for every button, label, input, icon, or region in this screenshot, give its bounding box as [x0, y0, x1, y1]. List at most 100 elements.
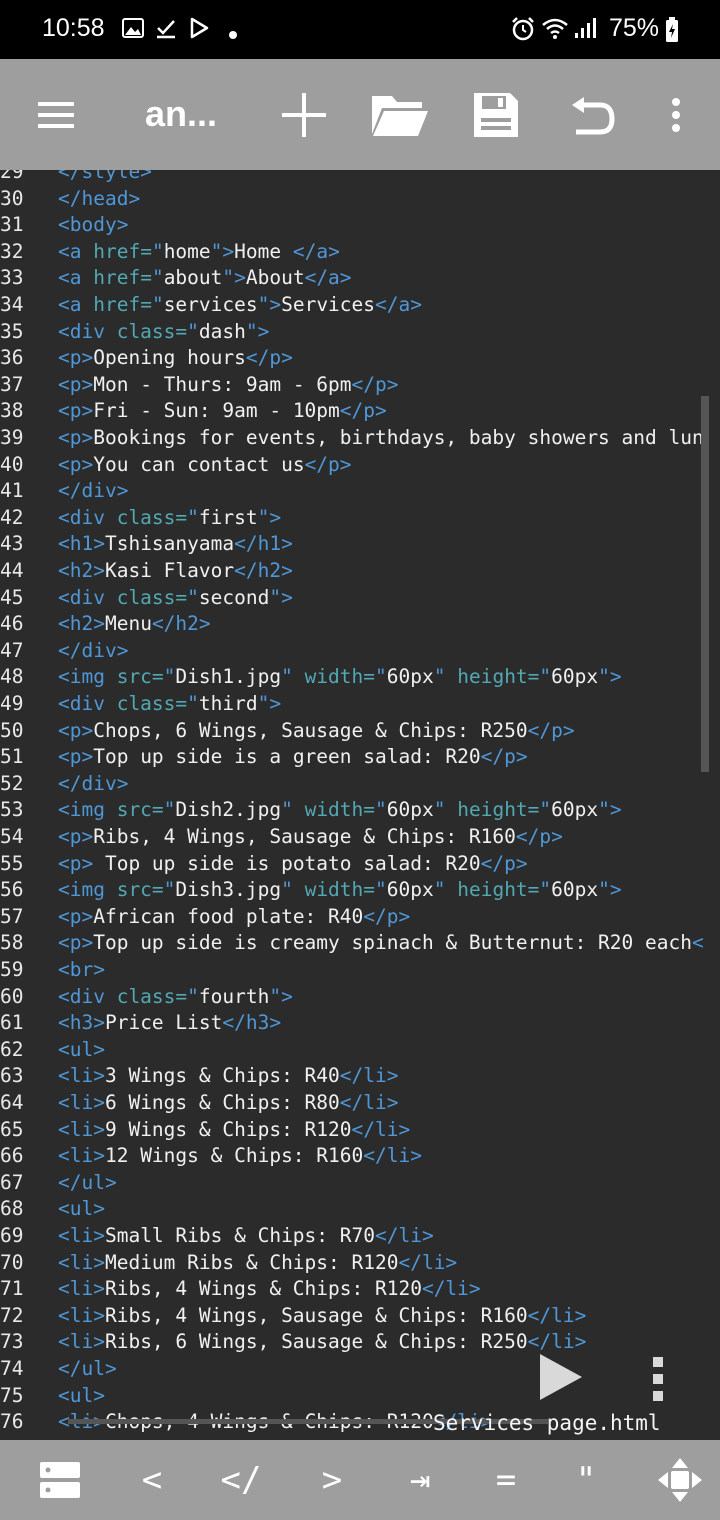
- code-text: <p>You can contact us</p>: [58, 452, 352, 479]
- tag-token: </div>: [58, 771, 129, 795]
- text-token: Ribs, 4 Wings, Sausage & Chips: R160: [104, 1303, 528, 1327]
- code-text: <img src="Dish1.jpg" width="60px" height…: [58, 664, 622, 691]
- line-number: 65: [0, 1117, 24, 1141]
- code-editor[interactable]: 29 </style> 30 </head> 31 <body> 32 <a href="ho…: [0, 170, 720, 1440]
- text-token: 3 Wings & Chips: R40: [104, 1064, 340, 1088]
- toggle-keys-icon[interactable]: [28, 1440, 92, 1520]
- tag-token: <img: [58, 878, 117, 902]
- key-equals[interactable]: =: [474, 1440, 538, 1520]
- menu-icon[interactable]: [30, 59, 82, 170]
- move-cursor-icon[interactable]: [648, 1440, 712, 1520]
- undo-icon[interactable]: [566, 59, 618, 170]
- text-token: Top up side is potato salad: R20: [93, 851, 481, 875]
- tag-token: </li>: [398, 1250, 458, 1274]
- line-number: 45: [0, 585, 24, 609]
- code-text: <img src="Dish2.jpg" width="60px" height…: [58, 797, 622, 824]
- code-text: <p>Fri - Sun: 9am - 10pm</p>: [58, 398, 387, 425]
- code-text: <h2>Kasi Flavor</h2>: [58, 558, 293, 585]
- line-number: 37: [0, 372, 24, 396]
- folder-open-icon[interactable]: [368, 59, 432, 170]
- tag-token: </a>: [292, 239, 340, 263]
- tag-token: ": [151, 239, 164, 263]
- attribute-token: href=: [93, 293, 152, 316]
- text-token: Small Ribs & Chips: R70: [104, 1224, 375, 1247]
- text-token: Services: [281, 293, 376, 316]
- code-text: <li>Ribs, 4 Wings, Sausage & Chips: R160…: [58, 1303, 586, 1330]
- tag-token: ": [187, 692, 199, 715]
- tag-token: ": [433, 878, 458, 902]
- tag-token: <li>: [58, 1091, 105, 1114]
- tag-token: <li>: [58, 1250, 105, 1274]
- tag-token: <p>: [58, 745, 94, 769]
- editor-scrollbar[interactable]: [701, 396, 709, 772]
- key-less-than[interactable]: <: [120, 1440, 184, 1520]
- tag-token: ": [187, 319, 199, 343]
- tag-token: <div: [58, 585, 117, 609]
- tag-token: <div: [58, 984, 117, 1008]
- tag-token: ": [163, 798, 176, 822]
- text-token: Home: [234, 239, 293, 263]
- line-number: 73: [0, 1330, 24, 1354]
- tag-token: </li>: [351, 1117, 411, 1141]
- tag-token: <h1>: [58, 532, 105, 556]
- tag-token: <p>: [58, 372, 94, 396]
- key-greater-than[interactable]: >: [300, 1440, 364, 1520]
- line-number: 43: [0, 532, 24, 556]
- text-token: 12 Wings & Chips: R160: [104, 1144, 364, 1168]
- attribute-token: height=: [457, 798, 540, 822]
- text-token: 60px: [386, 798, 434, 822]
- code-text: <li>Small Ribs & Chips: R70</li>: [58, 1223, 434, 1250]
- signal-icon: [574, 16, 596, 44]
- tag-token: </li>: [421, 1277, 481, 1301]
- line-number: 59: [0, 958, 24, 981]
- tag-token: ": [163, 878, 176, 902]
- code-text: <p>Top up side is a green salad: R20</p>: [58, 744, 528, 771]
- tag-token: ">: [257, 293, 282, 316]
- text-token: 60px: [551, 878, 599, 902]
- text-token: Bookings for events, birthdays, baby sho…: [93, 426, 704, 449]
- text-token: Kasi Flavor: [104, 559, 235, 582]
- file-menu-icon[interactable]: [648, 1355, 668, 1403]
- add-icon[interactable]: [276, 59, 332, 170]
- code-text: <p>Chops, 6 Wings, Sausage & Chips: R250…: [58, 718, 575, 745]
- more-vert-icon[interactable]: [660, 59, 692, 170]
- code-text: <p>Ribs, 4 Wings, Sausage & Chips: R160<…: [58, 824, 563, 851]
- key-quote[interactable]: ": [554, 1440, 618, 1520]
- line-number: 44: [0, 559, 24, 582]
- tag-token: ">: [598, 878, 622, 902]
- attribute-token: class=: [116, 505, 188, 529]
- tag-token: </p>: [363, 904, 411, 928]
- tag-token: <p>: [58, 851, 94, 875]
- document-title[interactable]: an...: [145, 93, 217, 135]
- save-icon[interactable]: [470, 59, 522, 170]
- line-number: 39: [0, 426, 24, 449]
- key-close-tag[interactable]: </: [205, 1440, 277, 1520]
- line-number: 47: [0, 638, 24, 662]
- line-number: 72: [0, 1303, 24, 1327]
- tag-token: <p>: [58, 825, 94, 848]
- tag-token: <img: [58, 798, 117, 822]
- tag-token: ">: [598, 798, 622, 822]
- line-number: 76: [0, 1410, 24, 1434]
- line-number: 52: [0, 771, 24, 795]
- attribute-token: height=: [457, 878, 540, 902]
- line-number: 38: [0, 399, 24, 423]
- run-preview-button[interactable]: [536, 1350, 586, 1404]
- code-text: <ul>: [58, 1196, 105, 1223]
- tag-token: <li>: [58, 1330, 105, 1354]
- key-tab[interactable]: ⇥: [386, 1440, 454, 1520]
- code-text: <li>6 Wings & Chips: R80</li>: [58, 1090, 398, 1117]
- line-number: 35: [0, 319, 24, 343]
- line-number: 66: [0, 1144, 24, 1168]
- line-number: 62: [0, 1037, 24, 1061]
- tag-token: <div: [58, 319, 117, 343]
- tag-token: ": [375, 665, 387, 689]
- line-number: 69: [0, 1224, 24, 1247]
- tag-token: ": [539, 878, 552, 902]
- text-token: Menu: [104, 612, 152, 636]
- tag-token: <h2>: [58, 559, 105, 582]
- attribute-token: src=: [116, 665, 164, 689]
- tag-token: <div: [58, 505, 117, 529]
- text-token: second: [198, 585, 270, 609]
- text-token: Chops, 6 Wings, Sausage & Chips: R250: [93, 718, 528, 742]
